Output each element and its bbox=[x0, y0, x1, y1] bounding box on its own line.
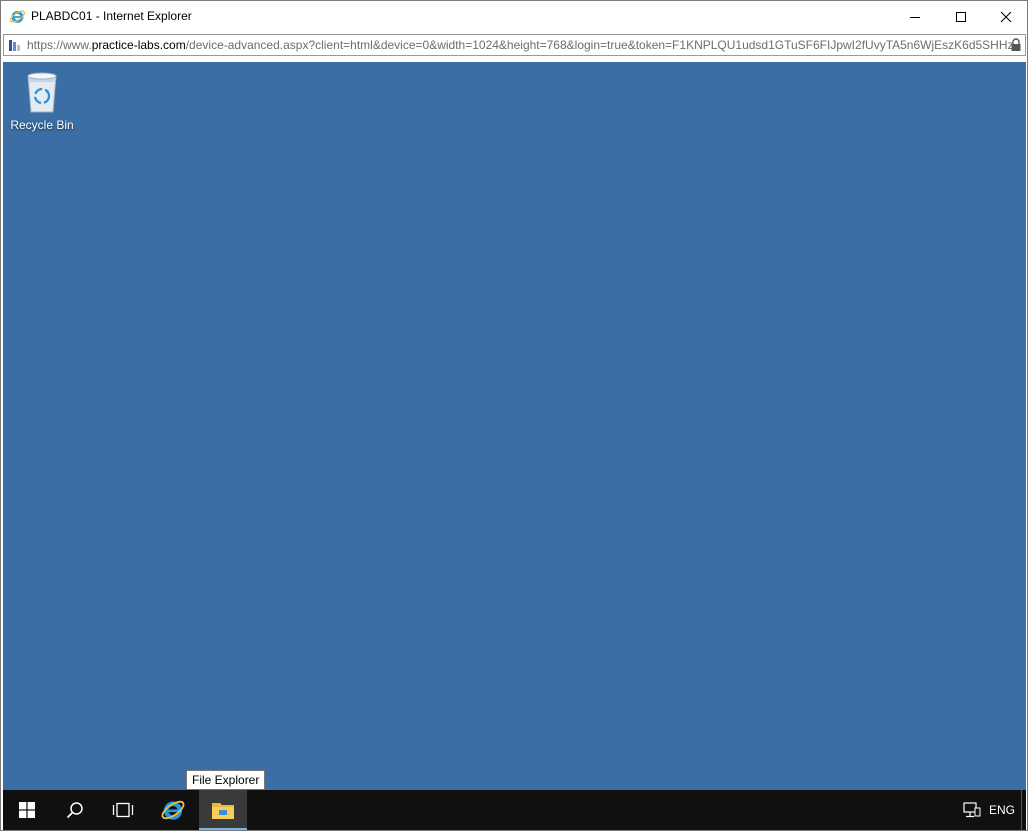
search-icon bbox=[66, 802, 83, 819]
internet-explorer-icon bbox=[9, 10, 26, 23]
close-icon bbox=[1000, 11, 1012, 22]
url-path: /device-advanced.aspx?client=html&device… bbox=[185, 38, 1012, 52]
show-desktop-button[interactable] bbox=[1021, 790, 1026, 830]
browser-window: PLABDC01 - Internet Explorer https://www… bbox=[0, 0, 1028, 831]
network-icon[interactable] bbox=[963, 802, 981, 818]
url-domain: practice-labs.com bbox=[91, 38, 186, 52]
desktop-icon-label: Recycle Bin bbox=[10, 118, 74, 132]
maximize-icon bbox=[956, 11, 966, 22]
task-view-icon bbox=[112, 802, 134, 818]
taskbar: ENG bbox=[3, 790, 1026, 830]
url-prefix: https://www. bbox=[27, 38, 92, 52]
task-view-button[interactable] bbox=[99, 790, 147, 830]
window-title: PLABDC01 - Internet Explorer bbox=[31, 9, 192, 23]
minimize-icon bbox=[910, 16, 920, 18]
lock-icon[interactable] bbox=[1010, 38, 1022, 52]
taskbar-tooltip: File Explorer bbox=[186, 770, 266, 790]
taskbar-file-explorer[interactable] bbox=[199, 790, 247, 830]
title-bar[interactable]: PLABDC01 - Internet Explorer bbox=[1, 1, 1027, 32]
remote-desktop[interactable]: Recycle Bin bbox=[3, 62, 1026, 790]
maximize-button[interactable] bbox=[938, 1, 984, 32]
minimize-button[interactable] bbox=[892, 1, 938, 32]
internet-explorer-icon bbox=[161, 800, 185, 820]
url-text[interactable]: https://www.practice-labs.com/device-adv… bbox=[27, 38, 1012, 52]
windows-logo-icon bbox=[19, 802, 35, 818]
taskbar-internet-explorer[interactable] bbox=[149, 790, 197, 830]
folder-icon bbox=[212, 803, 234, 819]
recycle-bin-icon bbox=[27, 72, 57, 113]
desktop-icon-recycle-bin[interactable]: Recycle Bin bbox=[8, 68, 76, 138]
address-bar[interactable]: https://www.practice-labs.com/device-adv… bbox=[3, 34, 1026, 56]
search-button[interactable] bbox=[51, 790, 99, 830]
close-button[interactable] bbox=[983, 1, 1029, 32]
language-indicator[interactable]: ENG bbox=[989, 803, 1015, 817]
site-favicon-icon bbox=[9, 40, 20, 51]
start-button[interactable] bbox=[3, 790, 51, 830]
